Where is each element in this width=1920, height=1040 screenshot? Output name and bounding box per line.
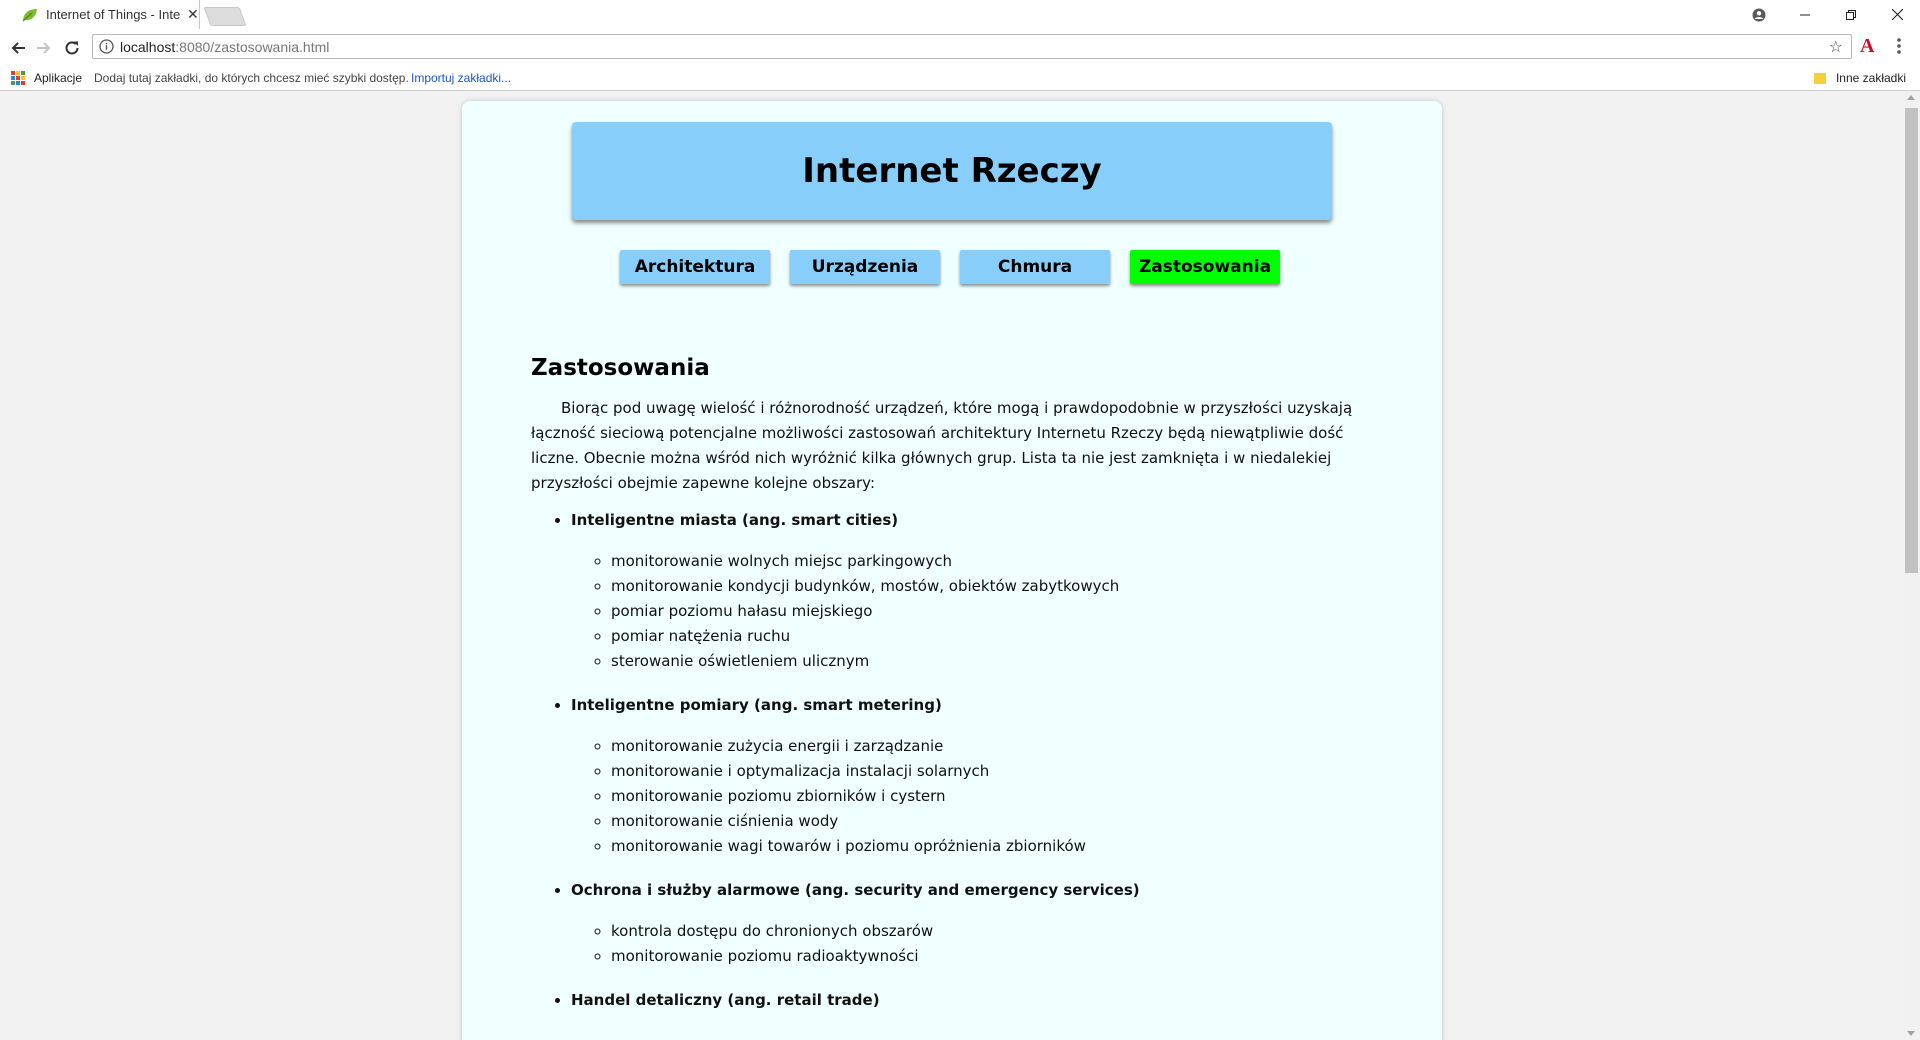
scroll-up-arrow-icon[interactable]	[1907, 95, 1915, 100]
url-host: localhost	[120, 39, 176, 55]
group-title: Inteligentne pomiary (ang. smart meterin…	[571, 696, 942, 714]
bookmark-star-icon[interactable]: ☆	[1829, 37, 1843, 56]
browser-toolbar: localhost:8080/zastosowania.html ☆ A	[0, 29, 1920, 66]
list-item: pomiar poziomu hałasu miejskiego	[611, 599, 1371, 624]
main-nav: Architektura Urządzenia Chmura Zastosowa…	[620, 250, 1280, 286]
other-bookmarks-label: Inne zakładki	[1835, 71, 1906, 85]
profile-icon[interactable]	[1736, 0, 1782, 29]
url-text: localhost:8080/zastosowania.html	[120, 39, 329, 55]
intro-paragraph: Biorąc pod uwagę wielość i różnorodność …	[531, 399, 1353, 492]
list-item: monitorowanie poziomu radioaktywności	[611, 944, 1371, 969]
nav-chmura[interactable]: Chmura	[960, 250, 1110, 284]
page-heading: Zastosowania	[531, 355, 710, 381]
apps-grid-icon[interactable]	[11, 71, 25, 85]
sub-list: monitorowanie zużycia energii i zarządza…	[571, 734, 1371, 859]
bookmarks-hint: Dodaj tutaj zakładki, do których chcesz …	[94, 71, 409, 85]
acrobat-extension-icon[interactable]: A	[1860, 35, 1874, 58]
list-item: Handel detaliczny (ang. retail trade)	[571, 988, 1371, 1013]
tab-title: Internet of Things - Inter	[46, 7, 181, 22]
browser-tabstrip: Internet of Things - Inter ✕	[0, 0, 1920, 29]
bookmarks-bar: Aplikacje Dodaj tutaj zakładki, do który…	[0, 66, 1920, 91]
list-item: Inteligentne miasta (ang. smart cities) …	[571, 508, 1371, 674]
vertical-scrollbar[interactable]	[1903, 91, 1920, 1040]
minimize-icon[interactable]	[1782, 0, 1828, 29]
list-item: pomiar natężenia ruchu	[611, 624, 1371, 649]
page-viewport: Internet Rzeczy Architektura Urządzenia …	[0, 91, 1920, 1040]
nav-zastosowania[interactable]: Zastosowania	[1130, 250, 1280, 284]
list-item: monitorowanie zużycia energii i zarządza…	[611, 734, 1371, 759]
sub-list: monitorowanie wolnych miejsc parkingowyc…	[571, 549, 1371, 674]
apps-shortcut[interactable]: Aplikacje	[34, 71, 82, 85]
new-tab-button[interactable]	[203, 7, 247, 26]
nav-architektura[interactable]: Architektura	[620, 250, 770, 284]
window-controls	[1736, 0, 1920, 29]
main-content: Zastosowania Biorąc pod uwagę wielość i …	[531, 354, 1371, 1032]
applications-list: Inteligentne miasta (ang. smart cities) …	[531, 508, 1371, 1013]
browser-menu-icon[interactable]	[1896, 36, 1902, 56]
group-title: Handel detaliczny (ang. retail trade)	[571, 991, 880, 1009]
list-item: Ochrona i służby alarmowe (ang. security…	[571, 878, 1371, 969]
address-bar[interactable]: localhost:8080/zastosowania.html ☆	[92, 34, 1852, 59]
folder-icon	[1813, 72, 1826, 84]
list-item: monitorowanie poziomu zbiorników i cyste…	[611, 784, 1371, 809]
list-item: sterowanie oświetleniem ulicznym	[611, 649, 1371, 674]
list-item: kontrola dostępu do chronionych obszarów	[611, 919, 1371, 944]
browser-tab-active[interactable]: Internet of Things - Inter ✕	[0, 0, 200, 29]
list-item: monitorowanie wagi towarów i poziomu opr…	[611, 834, 1371, 859]
reload-icon[interactable]	[61, 37, 83, 59]
restore-icon[interactable]	[1828, 0, 1874, 29]
scrollbar-thumb[interactable]	[1905, 108, 1918, 573]
group-title: Ochrona i służby alarmowe (ang. security…	[571, 881, 1140, 899]
import-bookmarks-link[interactable]: Importuj zakładki...	[411, 71, 511, 85]
leaf-favicon-icon	[22, 7, 38, 23]
list-item: monitorowanie wolnych miejsc parkingowyc…	[611, 549, 1371, 574]
list-item: monitorowanie i optymalizacja instalacji…	[611, 759, 1371, 784]
group-title: Inteligentne miasta (ang. smart cities)	[571, 511, 899, 529]
info-icon[interactable]	[99, 39, 114, 54]
sub-list: kontrola dostępu do chronionych obszarów…	[571, 919, 1371, 969]
close-window-icon[interactable]	[1874, 0, 1920, 29]
nav-urzadzenia[interactable]: Urządzenia	[790, 250, 940, 284]
site-header: Internet Rzeczy	[572, 122, 1332, 220]
scroll-down-arrow-icon[interactable]	[1907, 1031, 1915, 1036]
page-container: Internet Rzeczy Architektura Urządzenia …	[462, 101, 1442, 1040]
site-title: Internet Rzeczy	[802, 151, 1102, 191]
back-arrow-icon[interactable]	[7, 37, 29, 59]
forward-arrow-icon[interactable]	[33, 37, 55, 59]
list-item: Inteligentne pomiary (ang. smart meterin…	[571, 693, 1371, 859]
url-path: :8080/zastosowania.html	[175, 39, 330, 55]
list-item: monitorowanie ciśnienia wody	[611, 809, 1371, 834]
list-item: monitorowanie kondycji budynków, mostów,…	[611, 574, 1371, 599]
tab-close-icon[interactable]: ✕	[187, 7, 199, 23]
other-bookmarks[interactable]: Inne zakładki	[1813, 71, 1906, 85]
